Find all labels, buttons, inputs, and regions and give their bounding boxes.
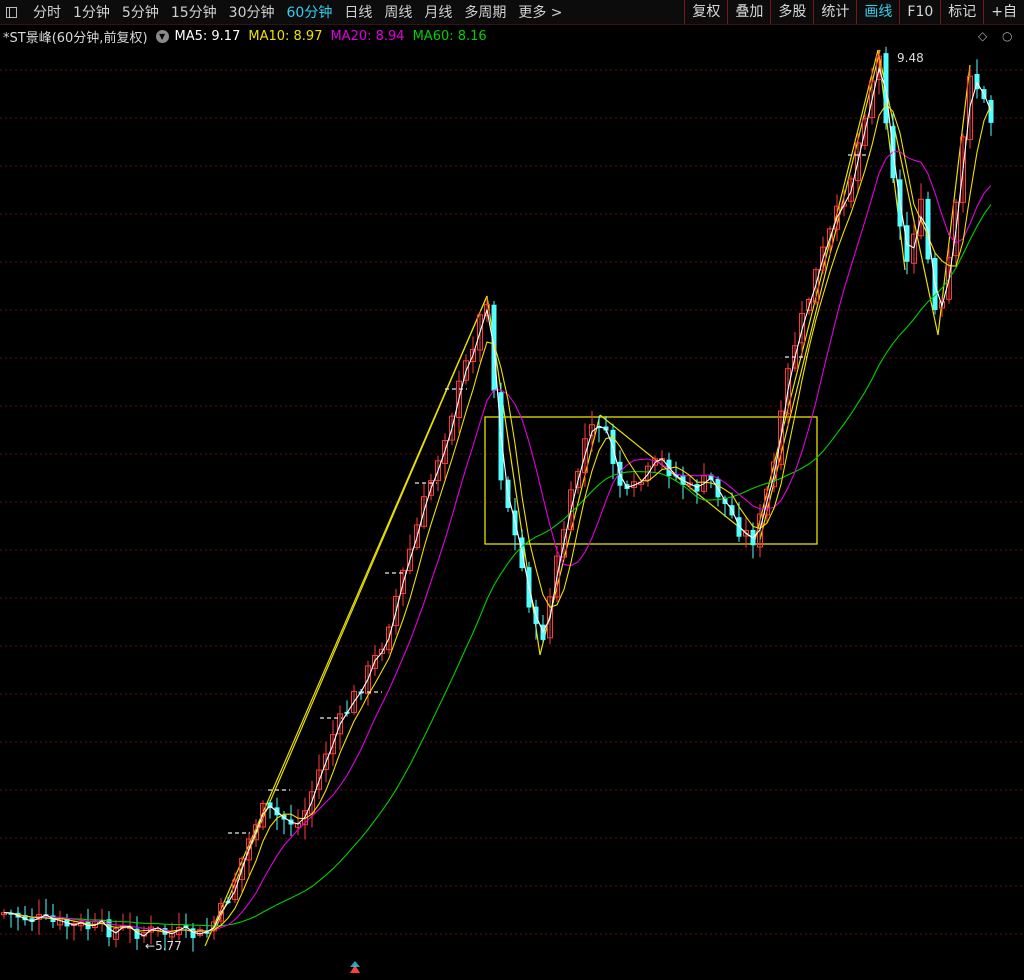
high-price-label: 9.48 (897, 51, 924, 65)
dash-marks (228, 154, 870, 834)
candle-body-down (736, 517, 742, 537)
candle-body-down (694, 484, 700, 492)
up-arrow-marker-top (350, 961, 360, 967)
grid-lines (0, 69, 1024, 935)
candle-body-down (988, 99, 994, 123)
ma5-line (3, 66, 992, 937)
ma10-line (3, 103, 992, 933)
moving-average-lines (3, 66, 992, 937)
trend-line (599, 414, 756, 541)
low-price-value: 5.77 (155, 939, 182, 953)
drawn-lines (204, 49, 971, 947)
low-arrow-icon: ← (145, 939, 155, 953)
trend-line (539, 414, 601, 656)
kline-chart[interactable]: 9.48 ←5.77 (0, 0, 1024, 980)
ma20-line (3, 151, 992, 933)
candle-body-down (190, 928, 196, 939)
ma60-line (3, 204, 992, 927)
low-price-label: ←5.77 (145, 939, 182, 953)
